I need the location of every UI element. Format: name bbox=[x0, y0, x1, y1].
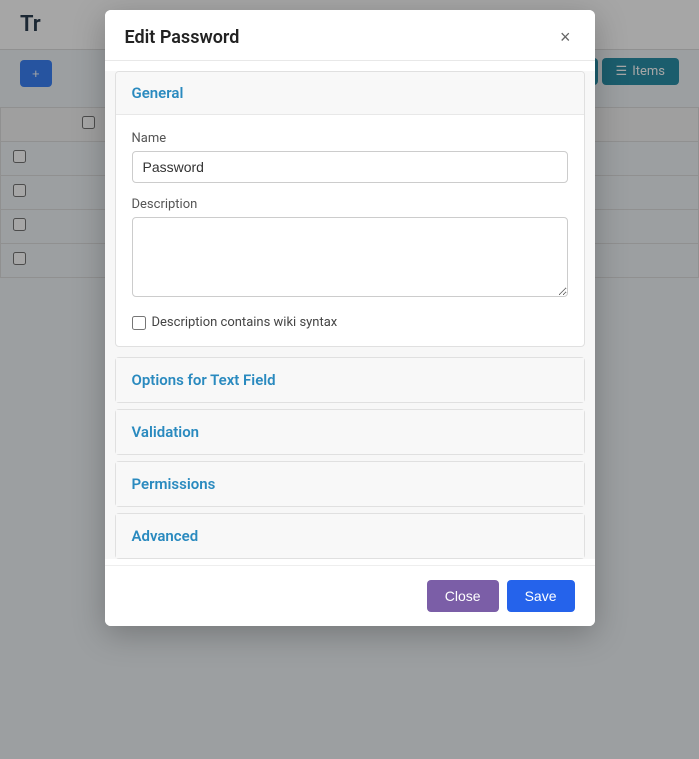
modal-overlay: Edit Password × General Name Description bbox=[0, 0, 699, 759]
modal-header: Edit Password × bbox=[105, 10, 595, 61]
name-input[interactable] bbox=[132, 151, 568, 183]
options-section-header[interactable]: Options for Text Field bbox=[116, 358, 584, 402]
description-input[interactable] bbox=[132, 217, 568, 297]
name-label: Name bbox=[132, 131, 568, 146]
name-field-group: Name bbox=[132, 131, 568, 183]
general-section: General Name Description Description con… bbox=[115, 71, 585, 347]
validation-section: Validation bbox=[115, 409, 585, 455]
close-icon[interactable]: × bbox=[556, 26, 575, 48]
validation-section-header[interactable]: Validation bbox=[116, 410, 584, 454]
permissions-section-header[interactable]: Permissions bbox=[116, 462, 584, 506]
edit-password-modal: Edit Password × General Name Description bbox=[105, 10, 595, 626]
close-button[interactable]: Close bbox=[427, 580, 499, 612]
advanced-section: Advanced bbox=[115, 513, 585, 559]
wiki-syntax-row: Description contains wiki syntax bbox=[132, 315, 568, 330]
wiki-syntax-label: Description contains wiki syntax bbox=[152, 315, 338, 330]
general-section-header[interactable]: General bbox=[116, 72, 584, 115]
save-button[interactable]: Save bbox=[507, 580, 575, 612]
modal-body: General Name Description Description con… bbox=[105, 71, 595, 559]
description-field-group: Description bbox=[132, 197, 568, 301]
advanced-section-header[interactable]: Advanced bbox=[116, 514, 584, 558]
modal-title: Edit Password bbox=[125, 27, 240, 48]
options-section: Options for Text Field bbox=[115, 357, 585, 403]
general-section-body: Name Description Description contains wi… bbox=[116, 115, 584, 346]
description-label: Description bbox=[132, 197, 568, 212]
wiki-syntax-checkbox[interactable] bbox=[132, 316, 146, 330]
modal-footer: Close Save bbox=[105, 565, 595, 626]
permissions-section: Permissions bbox=[115, 461, 585, 507]
